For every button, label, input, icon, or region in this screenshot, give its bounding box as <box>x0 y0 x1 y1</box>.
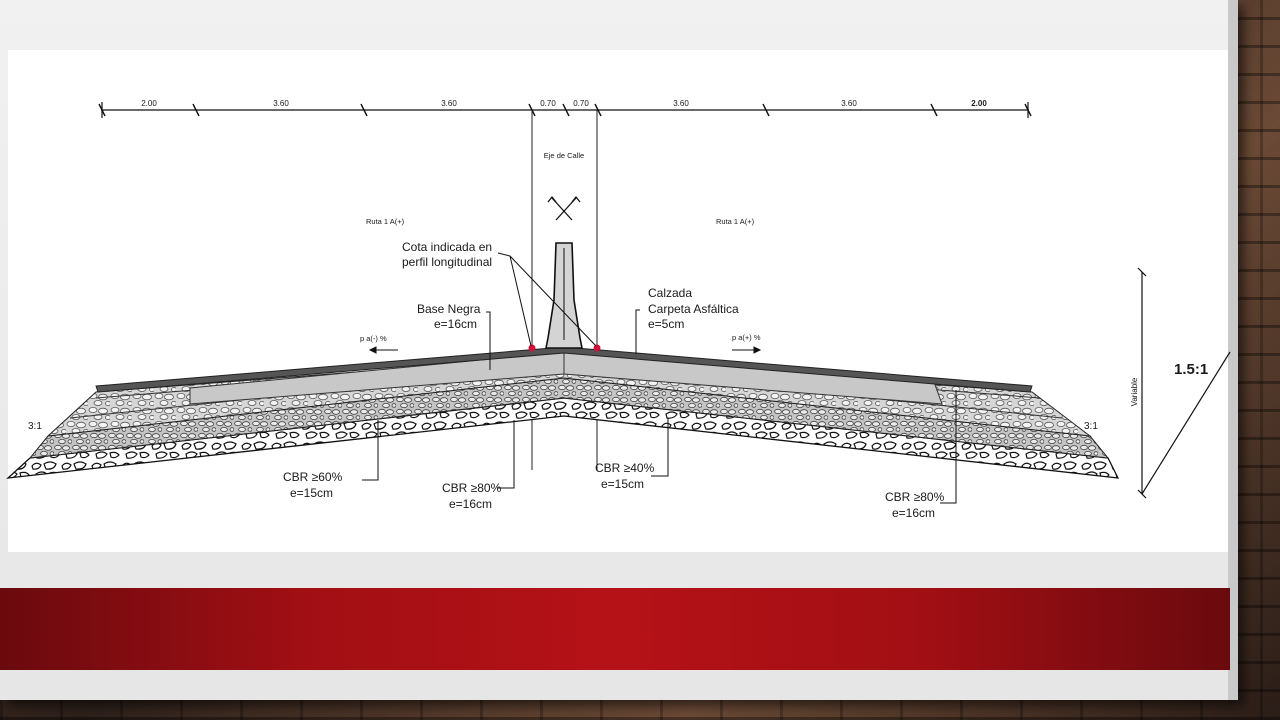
cbr80-right-label: CBR ≥80% <box>885 490 945 504</box>
cbr80-left-thickness: e=16cm <box>449 497 492 511</box>
axis-label: Eje de Calle <box>544 151 584 160</box>
dim-label: 0.70 <box>540 99 556 108</box>
base-negra-label: Base Negra <box>417 302 481 316</box>
cota-marker-right <box>593 344 601 352</box>
cbr80-right-thickness: e=16cm <box>892 506 935 520</box>
cota-label-line1: Cota indicada en <box>402 240 492 254</box>
cbr60-thickness: e=15cm <box>290 486 333 500</box>
dim-label: 3.60 <box>841 99 857 108</box>
calzada-label: Calzada <box>648 286 692 300</box>
cbr40-label: CBR ≥40% <box>595 461 655 475</box>
dimension-line <box>98 102 1032 118</box>
arrow-left-icon <box>368 346 398 354</box>
dim-label: 2.00 <box>971 99 987 108</box>
cbr40-thickness: e=15cm <box>601 477 644 491</box>
cota-marker-left <box>528 344 536 352</box>
dim-label: 3.60 <box>673 99 689 108</box>
cbr60-label: CBR ≥60% <box>283 470 343 484</box>
arrow-right-icon <box>732 346 762 354</box>
dim-label: 3.60 <box>441 99 457 108</box>
ratio-label-left: 3:1 <box>28 421 42 432</box>
cbr80-left-label: CBR ≥80% <box>442 481 502 495</box>
dim-label: 2.00 <box>141 99 157 108</box>
carpeta-label: Carpeta Asfáltica <box>648 302 739 316</box>
cota-label-line2: perfil longitudinal <box>402 255 492 269</box>
title-band <box>0 588 1230 670</box>
axis-symbol-icon <box>547 195 581 221</box>
route-label-right: Ruta 1 A(+) <box>716 217 755 226</box>
ratio-label-right: 3:1 <box>1084 421 1098 432</box>
slope-label-left: p a(-) % <box>360 334 387 343</box>
route-label-left: Ruta 1 A(+) <box>366 217 405 226</box>
base-negra-thickness: e=16cm <box>434 317 477 331</box>
variable-dimension <box>1137 267 1231 499</box>
variable-label: Variable <box>1130 377 1139 406</box>
slope-label-right: p a(+) % <box>732 333 761 342</box>
dim-label: 3.60 <box>273 99 289 108</box>
slope-ratio-label: 1.5:1 <box>1174 361 1208 378</box>
carpeta-thickness: e=5cm <box>648 317 684 331</box>
dim-label: 0.70 <box>573 99 589 108</box>
